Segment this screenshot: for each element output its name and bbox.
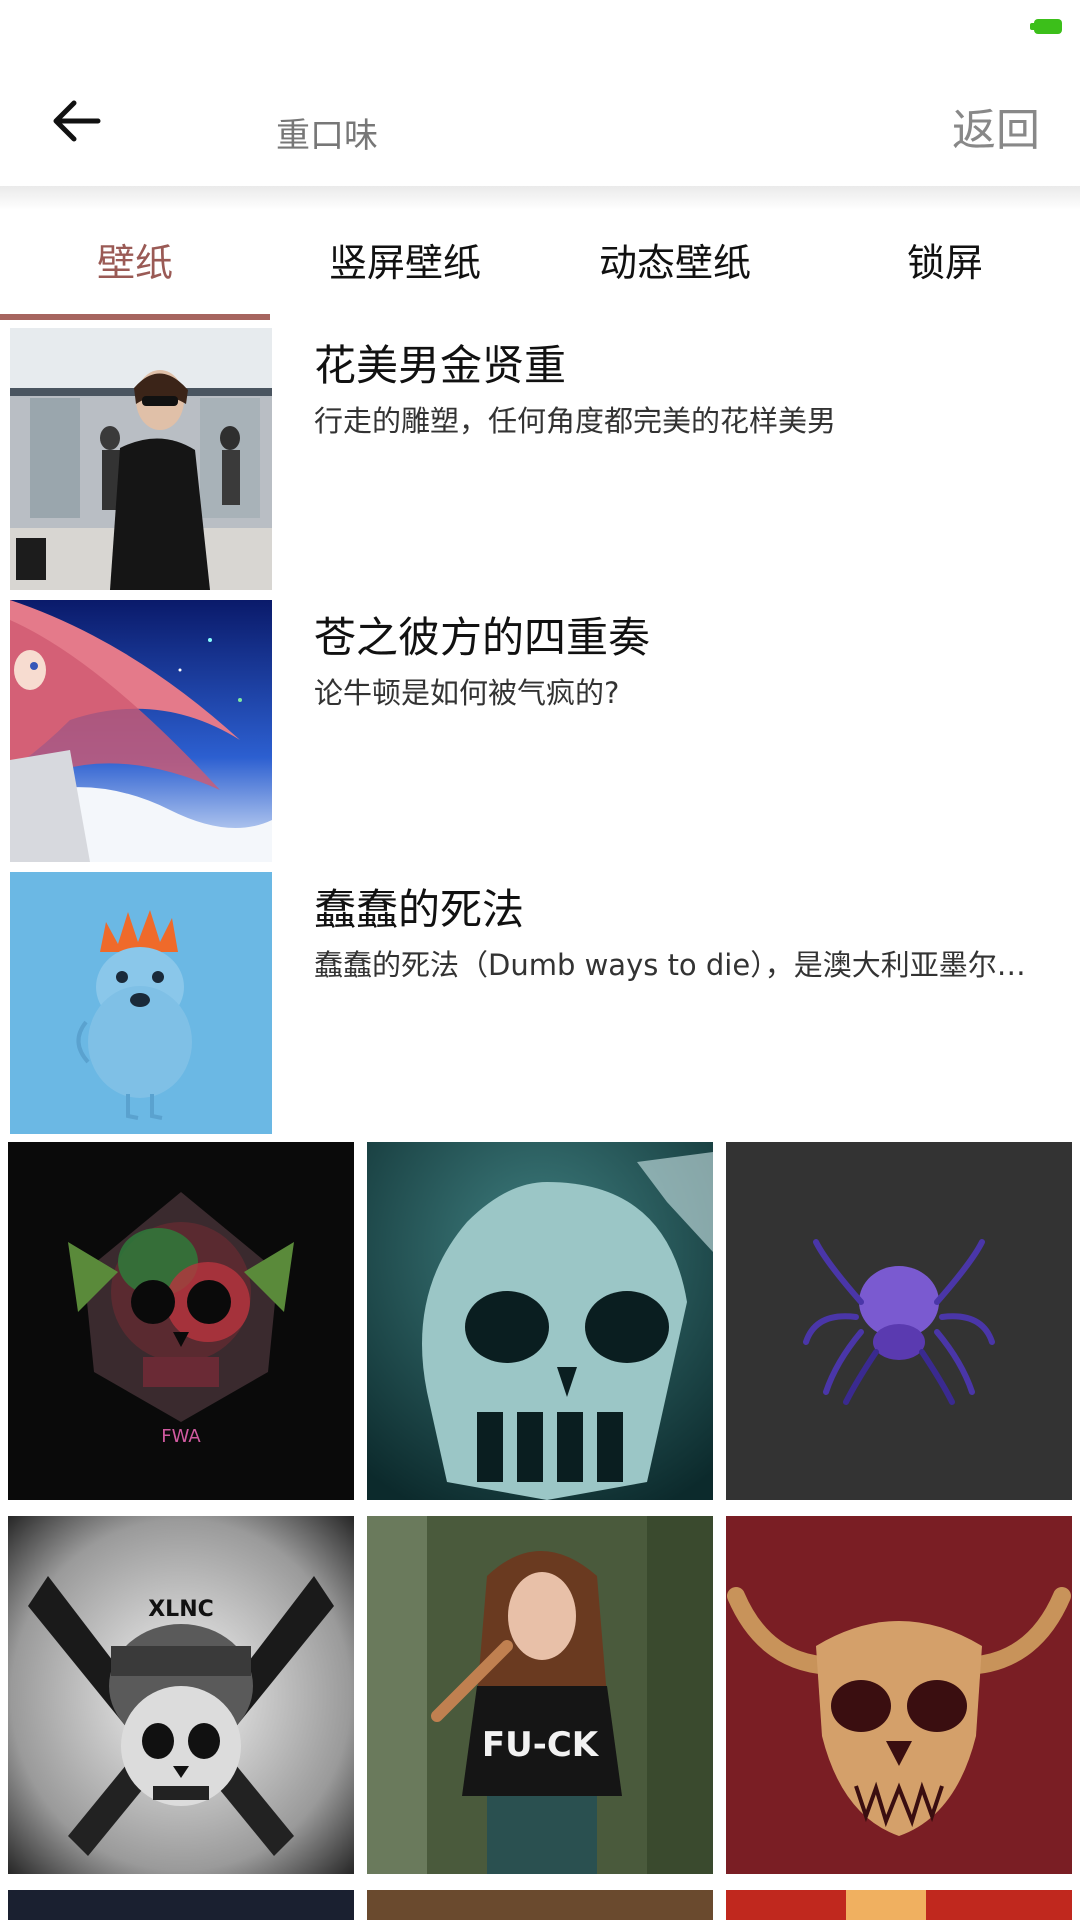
tab-bar: 壁纸 竖屏壁纸 动态壁纸 锁屏: [0, 186, 1080, 320]
wallpaper-tile[interactable]: [367, 1890, 713, 1920]
wallpaper-tile[interactable]: [726, 1142, 1072, 1500]
tab-wallpaper[interactable]: 壁纸: [0, 232, 270, 287]
item-subtitle: 蠢蠢的死法（Dumb ways to die），是澳大利亚墨尔…: [314, 948, 1026, 982]
back-button[interactable]: [36, 86, 116, 156]
item-subtitle: 行走的雕塑，任何角度都完美的花样美男: [314, 404, 837, 438]
tab-portrait-wallpaper[interactable]: 竖屏壁纸: [270, 232, 540, 287]
list-item[interactable]: 花美男金贤重 行走的雕塑，任何角度都完美的花样美男: [0, 320, 1080, 592]
arrow-left-icon: [53, 100, 101, 142]
wallpaper-tile[interactable]: [8, 1890, 354, 1920]
return-button[interactable]: 返回: [952, 94, 1040, 158]
wallpaper-tile[interactable]: [726, 1890, 1072, 1920]
wallpaper-tile[interactable]: [367, 1142, 713, 1500]
item-subtitle: 论牛顿是如何被气疯的?: [314, 676, 620, 710]
thumbnail-image: [10, 600, 272, 862]
thumbnail-image: [10, 328, 272, 590]
shirt-text: FU-CK: [482, 1725, 600, 1765]
search-query[interactable]: 重口味: [276, 108, 378, 157]
item-title: 蠢蠢的死法: [314, 885, 525, 934]
wallpaper-tile[interactable]: XLNC: [8, 1516, 354, 1874]
thumbnail-image: [10, 872, 272, 1134]
battery-icon: [1030, 19, 1062, 34]
item-title: 花美男金贤重: [314, 341, 567, 390]
wallpaper-tile[interactable]: FU-CK: [367, 1516, 713, 1874]
status-bar: [0, 0, 1080, 56]
xlnc-logo-text: XLNC: [148, 1597, 214, 1622]
tab-lockscreen[interactable]: 锁屏: [810, 232, 1080, 287]
fwa-logo-text: FWA: [161, 1426, 201, 1447]
wallpaper-tile[interactable]: [726, 1516, 1072, 1874]
wallpaper-tile[interactable]: FWA: [8, 1142, 354, 1500]
item-title: 苍之彼方的四重奏: [314, 613, 651, 662]
tab-live-wallpaper[interactable]: 动态壁纸: [540, 232, 810, 287]
list-item[interactable]: 苍之彼方的四重奏 论牛顿是如何被气疯的?: [0, 592, 1080, 864]
list-item[interactable]: 蠢蠢的死法 蠢蠢的死法（Dumb ways to die），是澳大利亚墨尔…: [0, 864, 1080, 1136]
header: 重口味 返回: [0, 56, 1080, 186]
